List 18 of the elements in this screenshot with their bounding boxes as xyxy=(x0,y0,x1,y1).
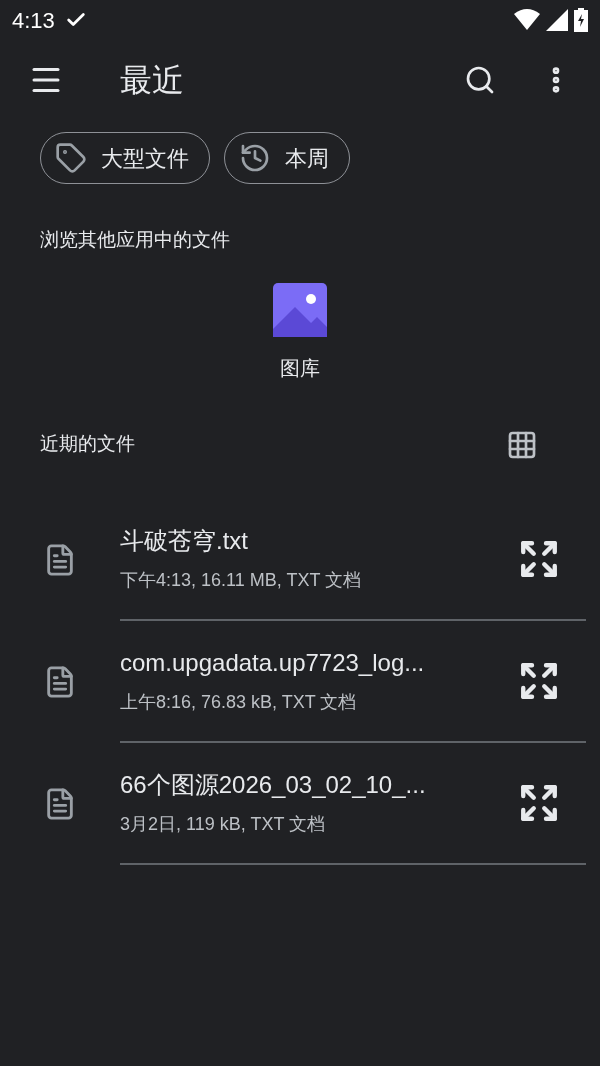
file-name[interactable]: 66个图源2026_03_02_10_... xyxy=(120,767,518,803)
history-icon xyxy=(239,142,271,174)
app-label: 图库 xyxy=(280,355,320,381)
file-name[interactable]: 斗破苍穹.txt xyxy=(120,523,518,559)
battery-icon xyxy=(574,8,588,32)
wifi-icon xyxy=(514,9,540,31)
file-details: 3月2日, 119 kB, TXT 文档 xyxy=(120,813,327,836)
section-title: 近期的文件 xyxy=(40,432,135,457)
file-details: 上午8:16, 76.83 kB, TXT 文档 xyxy=(120,691,358,714)
file-details: 下午4:13, 16.11 MB, TXT 文档 xyxy=(120,569,363,592)
search-icon[interactable] xyxy=(464,64,496,96)
file-name[interactable]: com.upgadata.up7723_log... xyxy=(120,645,518,681)
gallery-icon[interactable] xyxy=(273,282,327,337)
section-title: 浏览其他应用中的文件 xyxy=(39,228,231,252)
signal-icon xyxy=(546,9,568,31)
page-title: 最近 xyxy=(120,61,185,100)
status-time: 4:13 xyxy=(12,6,55,35)
tag-icon xyxy=(55,142,87,174)
